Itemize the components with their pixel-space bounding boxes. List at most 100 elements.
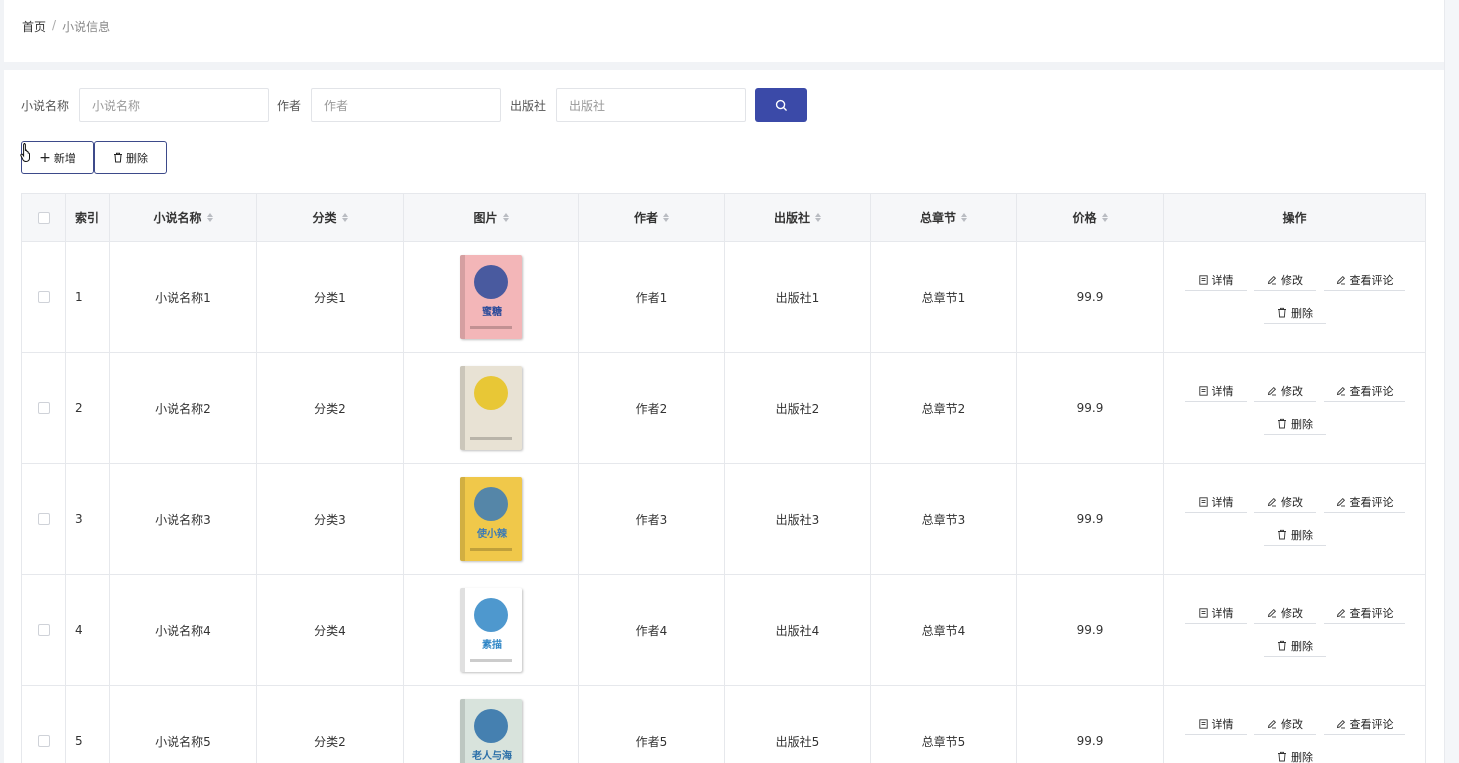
view-comments-button[interactable]: 查看评论 [1324, 602, 1405, 624]
cell-publisher: 出版社1 [725, 242, 871, 352]
sort-icon[interactable] [815, 213, 821, 222]
cell-name: 小说名称2 [110, 353, 257, 463]
delete-button[interactable]: 删除 [1264, 746, 1326, 763]
detail-button[interactable]: 详情 [1185, 380, 1247, 402]
header-chapters[interactable]: 总章节 [871, 194, 1017, 241]
cell-actions: 详情 修改 查看评论 删除 [1164, 575, 1425, 685]
row-checkbox[interactable] [37, 402, 50, 414]
sort-icon[interactable] [341, 213, 348, 222]
header-price[interactable]: 价格 [1017, 194, 1164, 241]
cell-chapters: 总章节4 [871, 575, 1017, 685]
sort-icon[interactable] [663, 213, 669, 222]
header-category[interactable]: 分类 [257, 194, 404, 241]
breadcrumb-home[interactable]: 首页 [22, 18, 46, 35]
view-comments-button[interactable]: 查看评论 [1324, 269, 1405, 291]
breadcrumb-current: 小说信息 [62, 20, 111, 34]
cell-actions: 详情 修改 查看评论 删除 [1164, 464, 1425, 574]
header-image[interactable]: 图片 [404, 194, 579, 241]
edit-button[interactable]: 修改 [1254, 713, 1316, 735]
edit-label: 修改 [1281, 717, 1303, 731]
delete-button[interactable]: 删除 [1264, 413, 1326, 435]
edit-button[interactable]: 修改 [1254, 380, 1316, 402]
view-comments-label: 查看评论 [1349, 273, 1394, 287]
table-row: 1 小说名称1 分类1 蜜糖 作者1 出版社1 总章节1 99.9 详情 修改 … [22, 242, 1425, 353]
book-cover-image: 使小辣 [460, 477, 522, 561]
bulk-delete-label: 删除 [126, 151, 148, 165]
sort-icon[interactable] [206, 213, 213, 222]
row-checkbox[interactable] [37, 291, 50, 303]
table-row: 2 小说名称2 分类2 作者2 出版社2 总章节2 99.9 详情 修改 查看评… [22, 353, 1425, 464]
select-all-checkbox[interactable] [37, 211, 50, 224]
book-cover-image: 素描 [460, 588, 522, 672]
breadcrumb: 首页 / 小说信息 [22, 18, 110, 35]
edit-icon [1336, 497, 1345, 506]
cell-publisher: 出版社5 [725, 686, 871, 763]
edit-button[interactable]: 修改 [1254, 491, 1316, 513]
publisher-search-label: 出版社 [510, 98, 547, 113]
cell-category: 分类2 [257, 353, 404, 463]
header-publisher[interactable]: 出版社 [725, 194, 871, 241]
page-scrollbar[interactable] [1444, 0, 1459, 763]
trash-icon [1278, 751, 1286, 762]
publisher-search-input[interactable]: 出版社 [556, 88, 747, 122]
view-comments-button[interactable]: 查看评论 [1324, 491, 1405, 513]
cell-actions: 详情 修改 查看评论 删除 [1164, 242, 1425, 352]
detail-button[interactable]: 详情 [1185, 269, 1247, 291]
main-panel: 小说名称 小说名称 作者 作者 出版社 出版社 + 新增 删除 索引 小说名称 … [4, 70, 1444, 763]
row-checkbox[interactable] [37, 735, 50, 747]
row-checkbox[interactable] [37, 513, 50, 525]
row-actions: 详情 修改 查看评论 删除 [1164, 242, 1425, 352]
detail-button[interactable]: 详情 [1185, 713, 1247, 735]
sort-icon[interactable] [961, 213, 967, 222]
detail-label: 详情 [1211, 384, 1234, 398]
view-comments-label: 查看评论 [1349, 717, 1394, 731]
detail-button[interactable]: 详情 [1185, 491, 1247, 513]
name-search-label: 小说名称 [21, 98, 70, 113]
header-category-label: 分类 [312, 211, 337, 225]
search-icon [775, 99, 787, 111]
search-button[interactable] [755, 88, 808, 122]
edit-icon [1336, 386, 1345, 395]
name-search-input[interactable]: 小说名称 [79, 88, 270, 122]
delete-button[interactable]: 删除 [1264, 635, 1326, 657]
sort-icon[interactable] [502, 213, 509, 222]
edit-button[interactable]: 修改 [1254, 269, 1316, 291]
bulk-delete-button[interactable]: 删除 [94, 141, 167, 174]
detail-button[interactable]: 详情 [1185, 602, 1247, 624]
edit-icon [1267, 275, 1277, 284]
row-checkbox[interactable] [37, 624, 50, 636]
view-comments-label: 查看评论 [1349, 606, 1394, 620]
view-comments-button[interactable]: 查看评论 [1324, 713, 1405, 735]
book-cover-image: 蜜糖 [460, 255, 522, 339]
cell-author: 作者3 [579, 464, 725, 574]
document-icon [1198, 607, 1208, 618]
sort-icon[interactable] [1101, 213, 1108, 222]
table-row: 3 小说名称3 分类3 使小辣 作者3 出版社3 总章节3 99.9 详情 修改… [22, 464, 1425, 575]
edit-label: 修改 [1281, 606, 1303, 620]
cell-category: 分类4 [257, 575, 404, 685]
delete-button[interactable]: 删除 [1264, 302, 1326, 324]
cell-publisher: 出版社2 [725, 353, 871, 463]
cell-category: 分类3 [257, 464, 404, 574]
cell-chapters: 总章节2 [871, 353, 1017, 463]
author-search-input[interactable]: 作者 [311, 88, 502, 122]
cell-price: 99.9 [1017, 575, 1164, 685]
header-chapters-label: 总章节 [919, 211, 956, 225]
cell-price: 99.9 [1017, 464, 1164, 574]
header-name[interactable]: 小说名称 [110, 194, 257, 241]
book-cover-image [460, 366, 522, 450]
header-publisher-label: 出版社 [773, 211, 810, 225]
cell-author: 作者4 [579, 575, 725, 685]
view-comments-label: 查看评论 [1349, 495, 1394, 509]
row-select-cell [22, 242, 66, 352]
table-row: 4 小说名称4 分类4 素描 作者4 出版社4 总章节4 99.9 详情 修改 … [22, 575, 1425, 686]
header-author[interactable]: 作者 [579, 194, 725, 241]
edit-button[interactable]: 修改 [1254, 602, 1316, 624]
delete-button[interactable]: 删除 [1264, 524, 1326, 546]
view-comments-button[interactable]: 查看评论 [1324, 380, 1405, 402]
delete-label: 删除 [1291, 750, 1313, 763]
header-actions-label: 操作 [1282, 211, 1307, 225]
cover-lettering: 蜜糖 [482, 307, 502, 318]
cover-lettering: 素描 [482, 640, 502, 651]
header-actions: 操作 [1164, 194, 1425, 241]
